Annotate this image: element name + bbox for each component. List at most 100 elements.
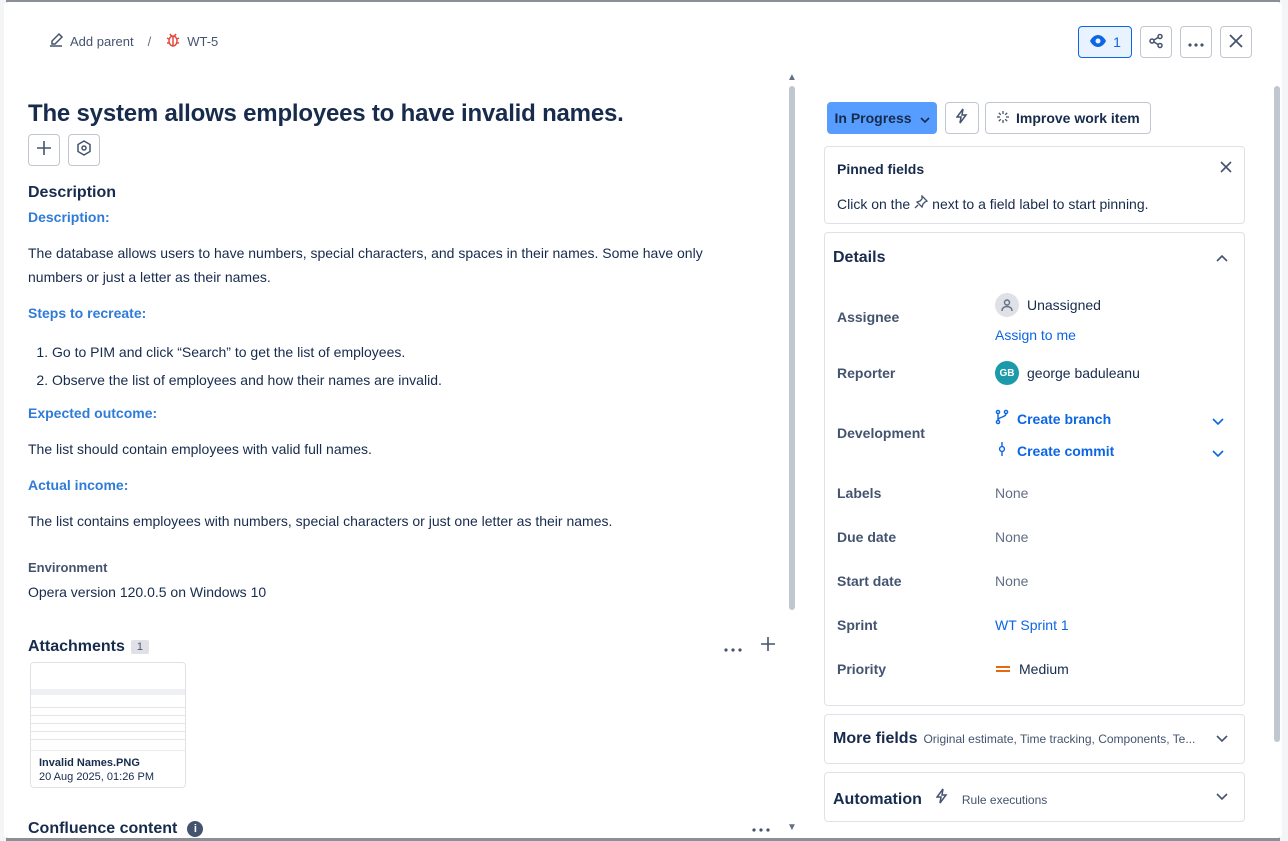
confluence-heading: Confluence content i [28,820,204,838]
start-date-value[interactable]: None [995,573,1028,589]
attachment-date: 20 Aug 2025, 01:26 PM [39,771,154,783]
assign-to-me-link[interactable]: Assign to me [995,327,1076,343]
close-icon [1229,33,1243,51]
confluence-title: Confluence content [28,820,178,837]
apps-button[interactable] [68,134,100,166]
reporter-field[interactable]: GB george baduleanu [995,361,1140,385]
pinned-fields-title: Pinned fields [837,161,925,177]
development-label: Development [837,425,925,441]
automation-title: Automation [833,791,922,808]
add-parent-label: Add parent [70,34,134,49]
more-actions-button[interactable] [1180,26,1212,58]
breadcrumb-separator: / [147,34,152,49]
attachments-more-button[interactable] [724,636,742,657]
close-icon [1220,161,1232,173]
edit-icon [48,32,64,51]
expected-text: The list should contain employees with v… [28,441,372,457]
attachments-heading: Attachments 1 [28,638,150,656]
chevron-down-icon[interactable] [1216,730,1228,748]
add-parent-button[interactable]: Add parent [48,32,134,51]
commit-icon [995,441,1009,460]
issue-key-link[interactable]: WT-5 [165,32,218,51]
create-commit-label: Create commit [1017,442,1115,459]
improve-label: Improve work item [1016,110,1140,126]
user-icon [995,293,1019,317]
attachments-actions [724,636,776,657]
more-icon [752,828,770,832]
avatar: GB [995,361,1019,385]
chevron-down-icon[interactable] [1212,413,1224,431]
automation-header: Automation Rule executions [833,788,1047,809]
description-heading: Description [28,184,117,201]
create-commit-button[interactable]: Create commit [995,441,1114,460]
pin-icon [914,194,929,212]
watch-count: 1 [1113,34,1121,50]
more-fields-summary: Original estimate, Time tracking, Compon… [923,732,1196,746]
actual-label: Actual income: [28,477,129,493]
hexagon-icon [76,139,92,161]
sprint-label: Sprint [837,617,878,633]
description-label: Description: [28,209,110,225]
issue-title[interactable]: The system allows employees to have inva… [28,100,624,128]
attachment-card[interactable]: Invalid Names.PNG 20 Aug 2025, 01:26 PM [30,662,186,788]
more-fields-header: More fields Original estimate, Time trac… [833,730,1195,748]
close-button[interactable] [1220,26,1252,58]
reporter-label: Reporter [837,365,896,381]
pinned-hint-after: next to a field label to start pinning. [932,195,1149,212]
more-fields-title: More fields [833,730,918,747]
pinned-hint-before: Click on the [837,195,911,212]
eye-icon [1089,34,1107,51]
pinned-fields-hint: Click on the next to a field label to st… [837,194,1149,212]
sprint-link[interactable]: WT Sprint 1 [995,617,1069,633]
improve-work-item-button[interactable]: Improve work item [985,102,1151,134]
priority-field[interactable]: Medium [995,661,1069,677]
add-button[interactable] [28,134,60,166]
priority-label: Priority [837,661,887,677]
priority-value: Medium [1019,661,1069,677]
steps-list: Go to PIM and click “Search” to get the … [52,338,442,394]
create-branch-button[interactable]: Create branch [995,409,1111,428]
environment-value[interactable]: Opera version 120.0.5 on Windows 10 [28,584,266,600]
left-scrollbar[interactable] [789,86,795,610]
confluence-more-button[interactable] [752,816,770,837]
bug-icon [165,32,181,51]
step-item: Go to PIM and click “Search” to get the … [52,338,442,366]
chevron-up-icon[interactable] [1216,249,1228,267]
right-scrollbar[interactable] [1274,86,1280,742]
share-icon [1148,33,1164,52]
scroll-down-arrow[interactable]: ▼ [787,822,797,833]
attachment-name: Invalid Names.PNG [39,757,140,769]
pinned-close-button[interactable] [1220,157,1232,178]
assignee-field[interactable]: Unassigned [995,293,1101,317]
due-date-value[interactable]: None [995,529,1028,545]
scroll-up-arrow[interactable]: ▲ [787,72,797,83]
status-dropdown[interactable]: In Progress [827,102,937,134]
attachments-title: Attachments [28,638,125,655]
start-date-label: Start date [837,573,902,589]
issue-key: WT-5 [187,34,219,49]
attachment-thumbnail [31,663,185,751]
plus-icon [36,140,52,161]
automation-panel[interactable]: Automation Rule executions [824,772,1245,822]
sparkle-icon [996,110,1010,127]
details-title[interactable]: Details [833,249,885,267]
attachments-count: 1 [130,640,150,654]
description-text: The database allows users to have number… [28,245,703,285]
chevron-down-icon[interactable] [1216,788,1228,806]
chevron-down-icon[interactable] [1212,445,1224,463]
attachments-add-button[interactable] [760,636,776,657]
automation-button[interactable] [945,102,979,134]
info-icon[interactable]: i [187,821,204,837]
more-icon [724,648,742,652]
status-label: In Progress [834,110,912,126]
assignee-label: Assignee [837,309,900,325]
branch-icon [995,409,1009,428]
more-icon [1188,34,1204,50]
issue-main-content: The system allows employees to have inva… [28,72,788,838]
share-button[interactable] [1140,26,1172,58]
assignee-value: Unassigned [1027,297,1101,313]
more-fields-panel[interactable]: More fields Original estimate, Time trac… [824,714,1245,764]
labels-value[interactable]: None [995,485,1028,501]
step-item: Observe the list of employees and how th… [52,366,442,394]
watch-button[interactable]: 1 [1078,26,1132,58]
